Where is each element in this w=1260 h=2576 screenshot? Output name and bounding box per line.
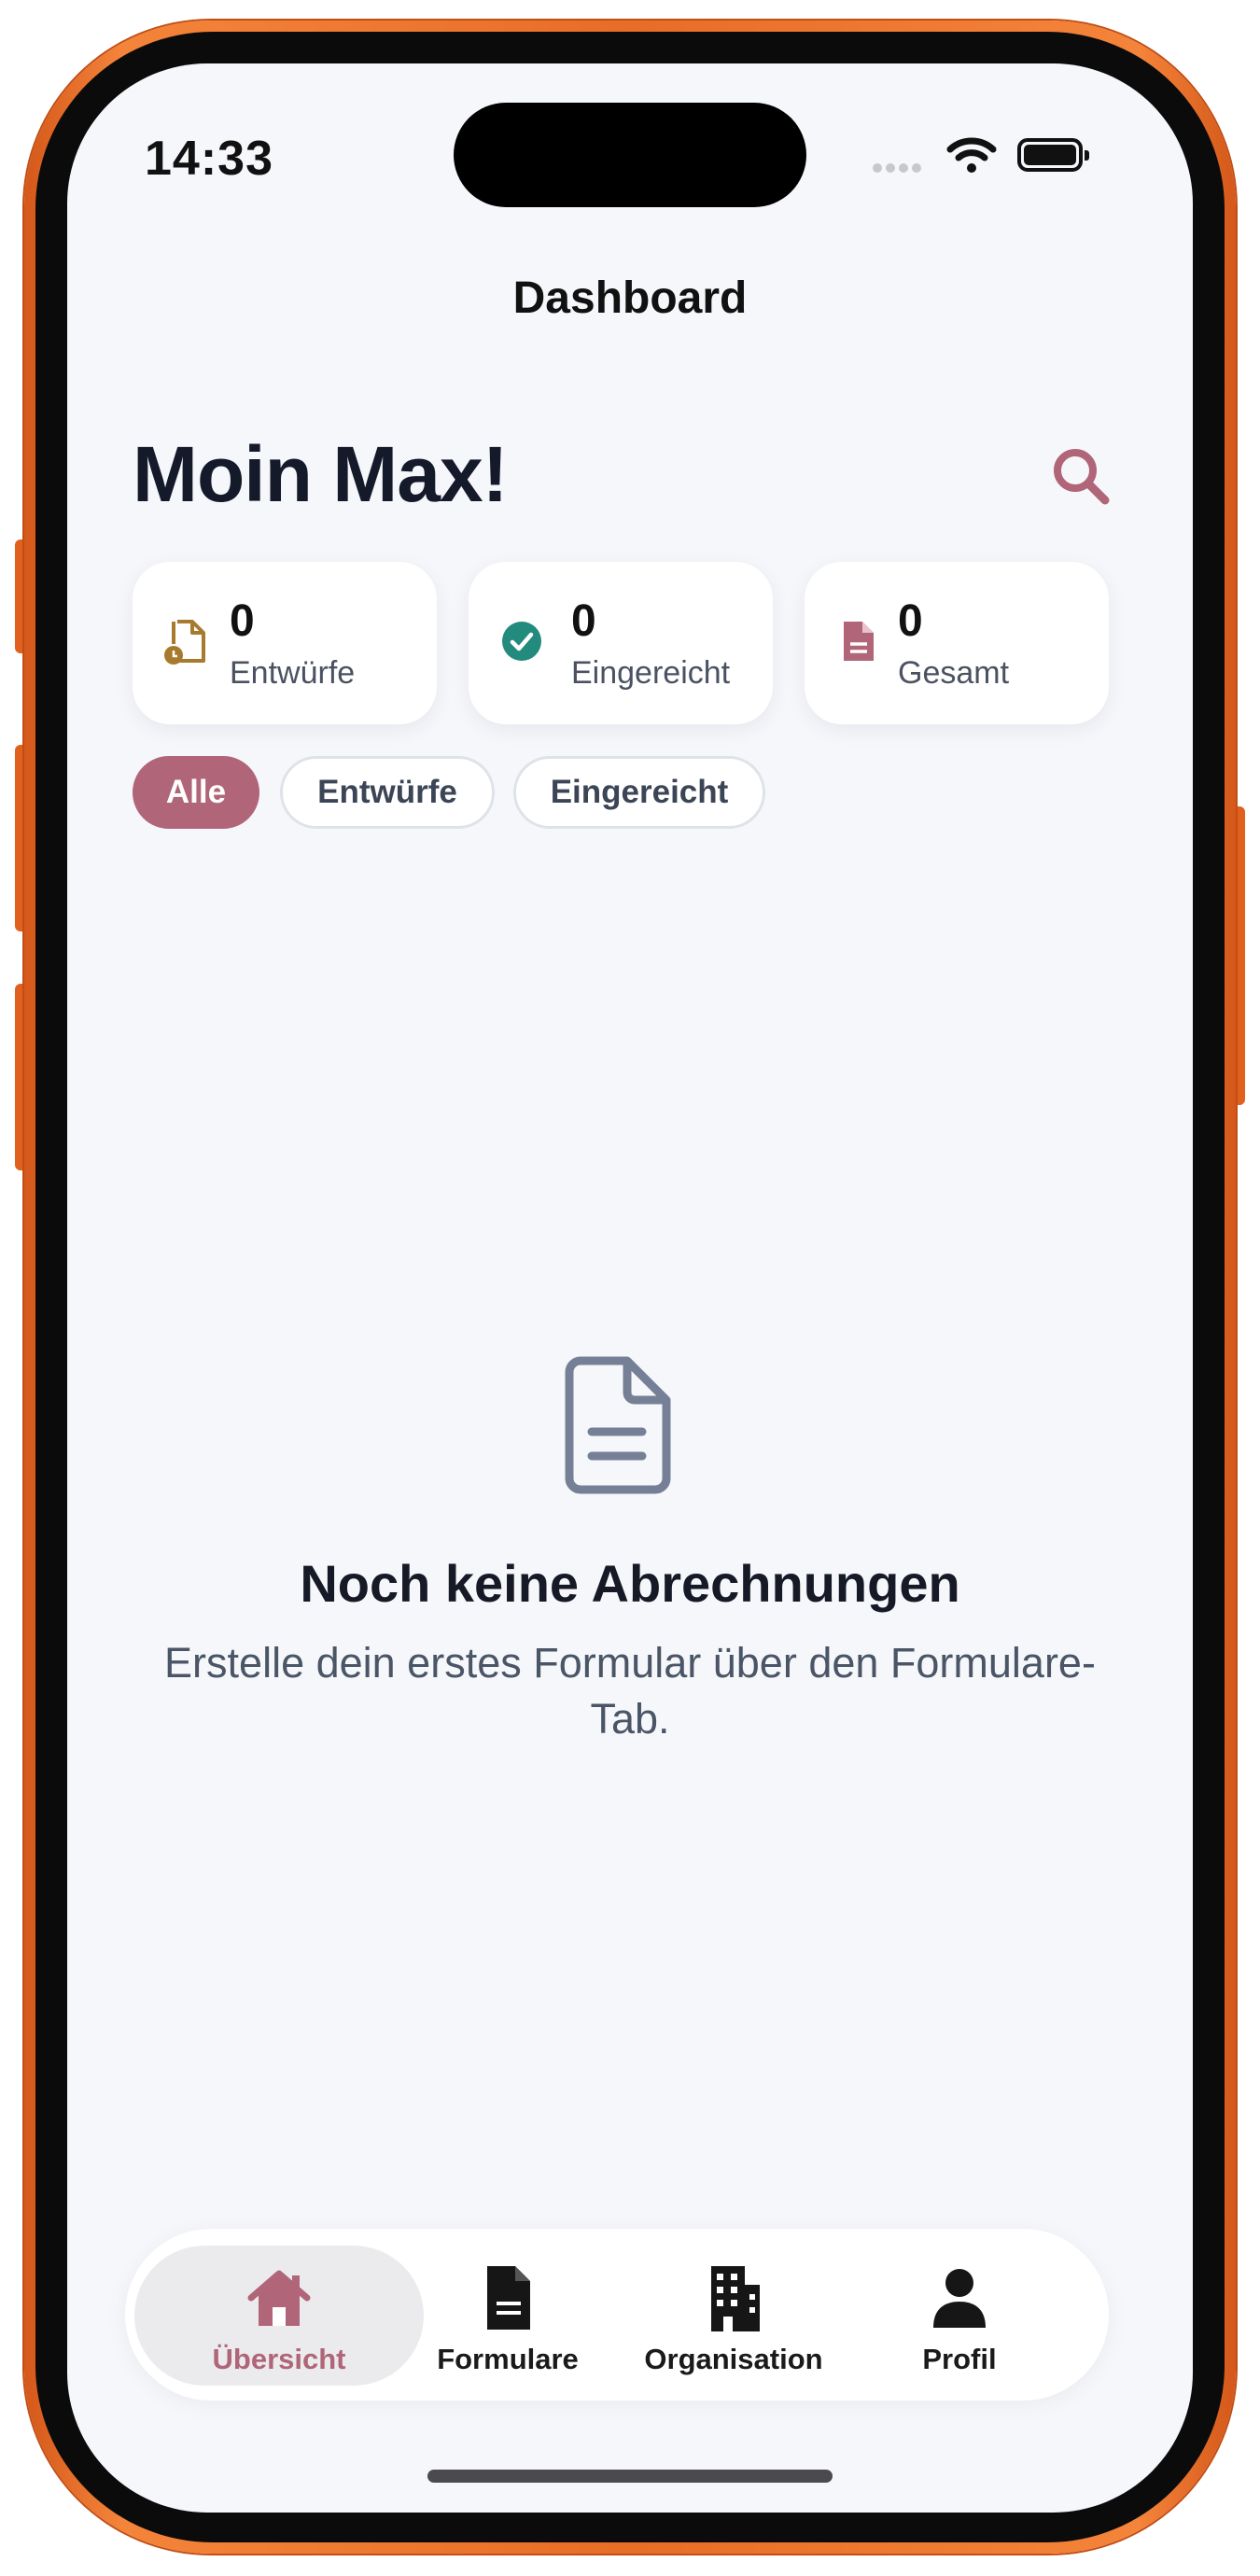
stat-count: 0 xyxy=(571,596,596,646)
stat-count: 0 xyxy=(230,596,255,646)
stat-label: Entwürfe xyxy=(230,655,356,691)
wifi-icon xyxy=(946,137,997,173)
home-icon xyxy=(247,2270,311,2326)
search-icon[interactable] xyxy=(1047,442,1116,511)
empty-state-title: Noch keine Abrechnungen xyxy=(300,1554,960,1613)
battery-icon xyxy=(1017,138,1089,172)
filter-chip-drafts[interactable]: Entwürfe xyxy=(280,756,495,829)
stat-label: Gesamt xyxy=(898,655,1010,691)
stat-card-total[interactable]: 0 Gesamt xyxy=(805,562,1109,724)
dynamic-island xyxy=(454,103,806,207)
stat-card-submitted[interactable]: 0 Eingereicht xyxy=(469,562,773,724)
tab-label: Übersicht xyxy=(212,2343,346,2375)
tab-label: Organisation xyxy=(644,2343,823,2375)
page-title: Dashboard xyxy=(512,273,748,323)
tab-label: Formulare xyxy=(437,2343,579,2375)
stat-count: 0 xyxy=(898,596,923,646)
person-icon xyxy=(933,2269,986,2328)
home-indicator xyxy=(427,2470,833,2483)
tab-profile[interactable]: Profil xyxy=(857,2229,1062,2401)
building-icon xyxy=(711,2266,760,2331)
filter-chip-submitted[interactable]: Eingereicht xyxy=(513,756,765,829)
tab-organisation[interactable]: Organisation xyxy=(631,2229,836,2401)
file-icon xyxy=(487,2266,530,2330)
document-icon xyxy=(844,622,874,661)
stat-label: Eingereicht xyxy=(571,655,731,691)
stat-card-drafts[interactable]: 0 Entwürfe xyxy=(133,562,437,724)
check-circle-icon xyxy=(502,622,541,661)
draft-clock-icon xyxy=(164,620,205,665)
status-time: 14:33 xyxy=(145,132,273,186)
empty-document-icon xyxy=(565,1356,671,1494)
greeting-heading: Moin Max! xyxy=(133,430,509,518)
filter-chip-all[interactable]: Alle xyxy=(133,756,259,829)
cellular-signal-icon xyxy=(873,161,931,173)
tab-overview[interactable]: Übersicht xyxy=(134,2229,424,2401)
tab-bar: Übersicht Formulare Organisation Profil xyxy=(125,2229,1109,2401)
tab-label: Profil xyxy=(922,2343,997,2375)
empty-state-text: Erstelle dein erstes Formular über den F… xyxy=(164,1639,1096,1743)
tab-forms[interactable]: Formulare xyxy=(405,2229,610,2401)
